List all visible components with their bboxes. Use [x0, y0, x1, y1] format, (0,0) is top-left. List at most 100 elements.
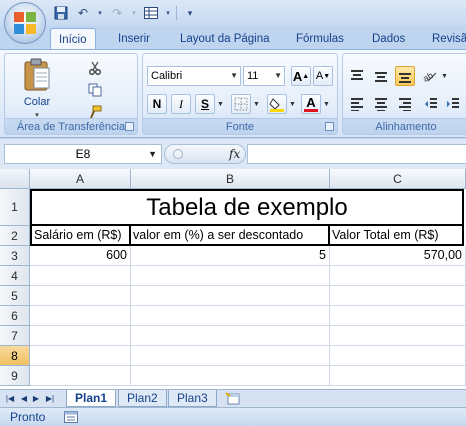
cell-c6[interactable]: [330, 306, 466, 326]
cell-b5[interactable]: [131, 286, 330, 306]
font-family-combo[interactable]: Calibri ▼: [147, 66, 241, 86]
align-middle-icon[interactable]: [371, 66, 391, 86]
row-header-6[interactable]: 6: [0, 306, 30, 326]
cell-c3[interactable]: 570,00: [330, 246, 466, 266]
row-header-5[interactable]: 5: [0, 286, 30, 306]
name-box[interactable]: E8 ▼: [4, 144, 162, 164]
orientation-icon[interactable]: ab ▼: [421, 66, 449, 86]
last-sheet-icon[interactable]: ▶|: [44, 392, 56, 405]
header-cell-c2[interactable]: Valor Total em (R$): [328, 226, 464, 246]
row-header-7[interactable]: 7: [0, 326, 30, 346]
table-icon[interactable]: [142, 5, 160, 21]
cell-c9[interactable]: [330, 366, 466, 386]
macro-record-icon[interactable]: [64, 411, 78, 423]
office-button[interactable]: [4, 2, 46, 44]
tab-revisao[interactable]: Revisã: [424, 28, 466, 50]
row-header-8[interactable]: 8: [0, 346, 30, 366]
fill-color-icon[interactable]: [267, 94, 287, 114]
cell-a9[interactable]: [30, 366, 131, 386]
header-cell-b2[interactable]: valor em (%) a ser descontado: [129, 226, 330, 246]
cell-b6[interactable]: [131, 306, 330, 326]
redo-icon[interactable]: ↷: [108, 5, 126, 21]
decrease-indent-icon[interactable]: [421, 94, 441, 114]
column-header-a[interactable]: A: [30, 169, 131, 189]
column-header-c[interactable]: C: [330, 169, 466, 189]
next-sheet-icon[interactable]: ▶: [30, 392, 42, 405]
underline-dropdown-icon[interactable]: ▼: [215, 94, 225, 114]
cell-b9[interactable]: [131, 366, 330, 386]
row-header-4[interactable]: 4: [0, 266, 30, 286]
ribbon: Colar ▾ Área de Transferência Calibri ▼ …: [0, 49, 466, 138]
bold-button[interactable]: N: [147, 94, 167, 114]
font-size-combo[interactable]: 11 ▼: [243, 66, 285, 86]
increase-indent-icon[interactable]: [443, 94, 463, 114]
font-color-dropdown-icon[interactable]: ▼: [321, 94, 331, 114]
undo-dropdown-icon[interactable]: ▾: [96, 5, 104, 21]
paste-button[interactable]: Colar ▾: [17, 58, 57, 119]
sheet-tab-plan1[interactable]: Plan1: [66, 390, 117, 407]
redo-dropdown-icon[interactable]: ▾: [130, 5, 138, 21]
tab-formulas[interactable]: Fórmulas: [288, 28, 352, 50]
save-icon[interactable]: [52, 5, 70, 21]
sheet-tab-plan2[interactable]: Plan2: [118, 390, 167, 407]
header-cell-a2[interactable]: Salário em (R$): [30, 226, 131, 246]
table-dropdown-icon[interactable]: ▾: [164, 5, 172, 21]
tab-layout-da-pagina[interactable]: Layout da Página: [172, 28, 278, 50]
align-bottom-icon[interactable]: [395, 66, 415, 86]
cut-icon[interactable]: [87, 60, 103, 76]
insert-sheet-icon[interactable]: [224, 391, 242, 406]
title-cell[interactable]: Tabela de exemplo: [30, 189, 464, 226]
underline-button[interactable]: S: [195, 94, 215, 114]
sheet-tab-plan3[interactable]: Plan3: [168, 390, 217, 407]
cell-a3[interactable]: 600: [30, 246, 131, 266]
ribbon-tabs: Início Inserir Layout da Página Fórmulas…: [0, 26, 466, 50]
quick-access-toolbar: ↶ ▾ ↷ ▾ ▾ ▾: [52, 4, 199, 22]
qat-separator: [176, 6, 177, 20]
borders-dropdown-icon[interactable]: ▼: [251, 94, 261, 114]
cell-c4[interactable]: [330, 266, 466, 286]
align-top-icon[interactable]: [347, 66, 367, 86]
align-left-icon[interactable]: [347, 94, 367, 114]
copy-icon[interactable]: [87, 82, 103, 98]
alignment-group: ab ▼ Alinhamento: [342, 53, 466, 135]
clipboard-dialog-launcher[interactable]: [125, 122, 134, 131]
row-header-9[interactable]: 9: [0, 366, 30, 386]
cell-b4[interactable]: [131, 266, 330, 286]
grow-font-button[interactable]: A ▲: [291, 66, 311, 86]
prev-sheet-icon[interactable]: ◀: [18, 392, 30, 405]
cell-a7[interactable]: [30, 326, 131, 346]
cell-a8[interactable]: [30, 346, 131, 366]
row-header-2[interactable]: 2: [0, 226, 30, 246]
select-all-corner[interactable]: [0, 169, 30, 189]
cell-a5[interactable]: [30, 286, 131, 306]
cell-a4[interactable]: [30, 266, 131, 286]
cell-c7[interactable]: [330, 326, 466, 346]
first-sheet-icon[interactable]: |◀: [4, 392, 16, 405]
tab-inserir[interactable]: Inserir: [110, 28, 158, 50]
borders-icon[interactable]: [231, 94, 251, 114]
cell-c8[interactable]: [330, 346, 466, 366]
tab-inicio[interactable]: Início: [50, 28, 96, 50]
font-color-icon[interactable]: A: [301, 94, 321, 114]
fill-color-dropdown-icon[interactable]: ▼: [287, 94, 297, 114]
chevron-down-icon: ▼: [274, 71, 282, 80]
cell-b3[interactable]: 5: [131, 246, 330, 266]
tab-dados[interactable]: Dados: [364, 28, 413, 50]
shrink-font-button[interactable]: A ▼: [313, 66, 333, 86]
italic-button[interactable]: I: [171, 94, 191, 114]
cell-b8[interactable]: [131, 346, 330, 366]
font-dialog-launcher[interactable]: [325, 122, 334, 131]
customize-qat-icon[interactable]: ▾: [181, 5, 199, 21]
undo-icon[interactable]: ↶: [74, 5, 92, 21]
cell-a6[interactable]: [30, 306, 131, 326]
align-center-icon[interactable]: [371, 94, 391, 114]
cell-b7[interactable]: [131, 326, 330, 346]
formula-bar-expand-icon[interactable]: [173, 149, 183, 159]
insert-function-icon[interactable]: fx: [229, 145, 240, 163]
cell-c5[interactable]: [330, 286, 466, 306]
align-right-icon[interactable]: [395, 94, 415, 114]
formula-input[interactable]: [247, 144, 466, 164]
column-header-b[interactable]: B: [131, 169, 330, 189]
row-header-1[interactable]: 1: [0, 189, 30, 226]
row-header-3[interactable]: 3: [0, 246, 30, 266]
